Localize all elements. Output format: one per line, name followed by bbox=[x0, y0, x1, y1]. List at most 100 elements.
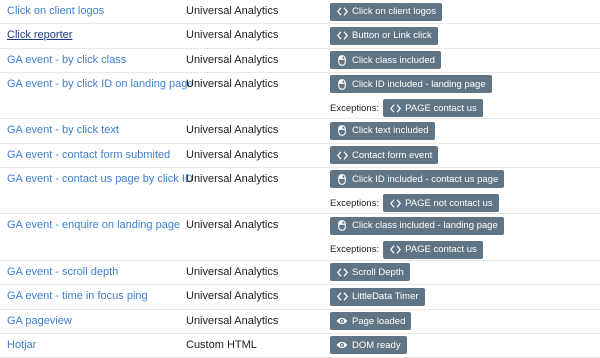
trigger-chip[interactable]: LittleData Timer bbox=[330, 287, 425, 306]
tag-type: Universal Analytics bbox=[186, 124, 279, 137]
firing-triggers: Click on client logos bbox=[330, 2, 442, 21]
tag-type: Universal Analytics bbox=[186, 290, 279, 303]
trigger-list: Contact form event bbox=[330, 146, 439, 165]
trigger-chip[interactable]: Scroll Depth bbox=[330, 263, 410, 282]
tag-type: Universal Analytics bbox=[186, 29, 279, 42]
mouse-icon bbox=[336, 173, 348, 185]
trigger-list: Click text included bbox=[330, 121, 435, 140]
trigger-chip[interactable]: Click on client logos bbox=[330, 2, 442, 21]
tag-type: Universal Analytics bbox=[186, 265, 279, 278]
firing-triggers: Click ID included - contact us page Excep… bbox=[330, 170, 505, 213]
tags-table: Click on client logos Universal Analytics… bbox=[0, 0, 600, 358]
trigger-chip[interactable]: Click ID included - landing page bbox=[330, 75, 492, 94]
tag-type: Universal Analytics bbox=[186, 314, 279, 327]
exceptions-list: Exceptions: PAGE not contact us bbox=[330, 194, 504, 213]
trigger-list: Page loaded bbox=[330, 312, 412, 331]
trigger-chip[interactable]: Click class included bbox=[330, 51, 441, 70]
trigger-chip[interactable]: Contact form event bbox=[330, 146, 439, 165]
trigger-label: Click on client logos bbox=[352, 6, 436, 17]
trigger-label: Click class included bbox=[352, 54, 435, 66]
tag-row: GA pageview Universal Analytics Page loade… bbox=[0, 310, 600, 334]
mouse-icon bbox=[336, 125, 348, 137]
tag-name-link[interactable]: Hotjar bbox=[7, 339, 36, 351]
trigger-label: LittleData Timer bbox=[352, 291, 419, 303]
trigger-list: Click ID included - contact us page bbox=[330, 170, 505, 189]
trigger-list: LittleData Timer bbox=[330, 287, 425, 306]
code-icon bbox=[336, 291, 348, 303]
trigger-label: Button or Link click bbox=[352, 30, 432, 42]
tag-name-link[interactable]: GA event - contact us page by click ID bbox=[7, 173, 193, 185]
tag-name-link[interactable]: GA event - enquire on landing page bbox=[7, 219, 180, 231]
trigger-list: DOM ready bbox=[330, 336, 407, 355]
tag-row: Click reporter Universal Analytics Button … bbox=[0, 24, 600, 49]
trigger-label: Click ID included - landing page bbox=[352, 78, 486, 90]
eye-icon bbox=[336, 315, 348, 327]
exceptions-label: Exceptions: bbox=[330, 197, 380, 209]
trigger-label: Click class included - landing page bbox=[352, 220, 498, 232]
firing-triggers: DOM ready bbox=[330, 336, 407, 355]
tag-row: GA event - contact us page by click ID Un… bbox=[0, 168, 600, 215]
trigger-label: Click ID included - contact us page bbox=[352, 173, 499, 185]
eye-icon bbox=[336, 339, 348, 351]
exceptions-list: Exceptions: PAGE contact us bbox=[330, 240, 504, 259]
trigger-list: Click class included bbox=[330, 51, 441, 70]
tag-name-link[interactable]: Click on client logos bbox=[7, 5, 104, 17]
firing-triggers: Click class included bbox=[330, 51, 441, 70]
tag-name-link[interactable]: Click reporter bbox=[7, 29, 72, 41]
trigger-chip[interactable]: Button or Link click bbox=[330, 26, 438, 45]
tag-type: Universal Analytics bbox=[186, 219, 279, 232]
mouse-icon bbox=[336, 220, 348, 232]
tag-row: GA event - enquire on landing page Univer… bbox=[0, 214, 600, 261]
tag-name-link[interactable]: GA event - by click class bbox=[7, 54, 126, 66]
trigger-label: Scroll Depth bbox=[352, 266, 404, 278]
tag-row: GA event - by click ID on landing page Un… bbox=[0, 73, 600, 120]
trigger-label: Click text included bbox=[352, 125, 429, 137]
trigger-chip[interactable]: DOM ready bbox=[330, 336, 407, 355]
firing-triggers: LittleData Timer bbox=[330, 287, 425, 306]
tag-row: GA event - time in focus ping Universal A… bbox=[0, 285, 600, 310]
tag-type: Universal Analytics bbox=[186, 148, 279, 161]
firing-triggers: Click ID included - landing page Exceptio… bbox=[330, 75, 492, 118]
trigger-list: Button or Link click bbox=[330, 26, 438, 45]
exceptions-label: Exceptions: bbox=[330, 244, 380, 256]
trigger-list: Scroll Depth bbox=[330, 263, 410, 282]
code-icon bbox=[336, 149, 348, 161]
code-icon bbox=[389, 102, 401, 114]
firing-triggers: Page loaded bbox=[330, 312, 412, 331]
tag-type: Universal Analytics bbox=[186, 5, 279, 17]
tag-row: Hotjar Custom HTML DOM ready bbox=[0, 334, 600, 358]
trigger-label: Page loaded bbox=[352, 315, 406, 327]
exceptions-list: Exceptions: PAGE contact us bbox=[330, 99, 492, 118]
trigger-chip[interactable]: PAGE not contact us bbox=[383, 194, 499, 213]
tag-name-link[interactable]: GA event - time in focus ping bbox=[7, 290, 148, 302]
trigger-chip[interactable]: PAGE contact us bbox=[383, 99, 483, 118]
tag-type: Universal Analytics bbox=[186, 172, 279, 185]
trigger-label: DOM ready bbox=[352, 339, 401, 351]
firing-triggers: Contact form event bbox=[330, 146, 439, 165]
tag-name-link[interactable]: GA event - contact form submited bbox=[7, 149, 170, 161]
mouse-icon bbox=[336, 78, 348, 90]
trigger-chip[interactable]: PAGE contact us bbox=[383, 240, 483, 259]
mouse-icon bbox=[336, 54, 348, 66]
tag-name-link[interactable]: GA event - by click text bbox=[7, 124, 119, 136]
tag-type: Custom HTML bbox=[186, 338, 257, 351]
tag-name-link[interactable]: GA pageview bbox=[7, 315, 72, 327]
firing-triggers: Click class included - landing page Excep… bbox=[330, 216, 504, 259]
trigger-label: PAGE contact us bbox=[405, 102, 477, 114]
firing-triggers: Click text included bbox=[330, 121, 435, 140]
tag-row: GA event - contact form submited Universa… bbox=[0, 144, 600, 168]
tag-name-link[interactable]: GA event - scroll depth bbox=[7, 266, 118, 278]
trigger-list: Click on client logos bbox=[330, 2, 442, 21]
trigger-chip[interactable]: Page loaded bbox=[330, 312, 412, 331]
trigger-label: PAGE not contact us bbox=[405, 197, 493, 209]
firing-triggers: Button or Link click bbox=[330, 26, 438, 45]
trigger-chip[interactable]: Click class included - landing page bbox=[330, 216, 504, 235]
tag-type: Universal Analytics bbox=[186, 53, 279, 66]
trigger-chip[interactable]: Click ID included - contact us page bbox=[330, 170, 505, 189]
trigger-chip[interactable]: Click text included bbox=[330, 121, 435, 140]
tag-row: GA event - scroll depth Universal Analyti… bbox=[0, 261, 600, 286]
tag-name-link[interactable]: GA event - by click ID on landing page bbox=[7, 78, 194, 90]
trigger-label: Contact form event bbox=[352, 149, 433, 161]
firing-triggers: Scroll Depth bbox=[330, 263, 410, 282]
tag-row: GA event - by click text Universal Analyt… bbox=[0, 119, 600, 144]
